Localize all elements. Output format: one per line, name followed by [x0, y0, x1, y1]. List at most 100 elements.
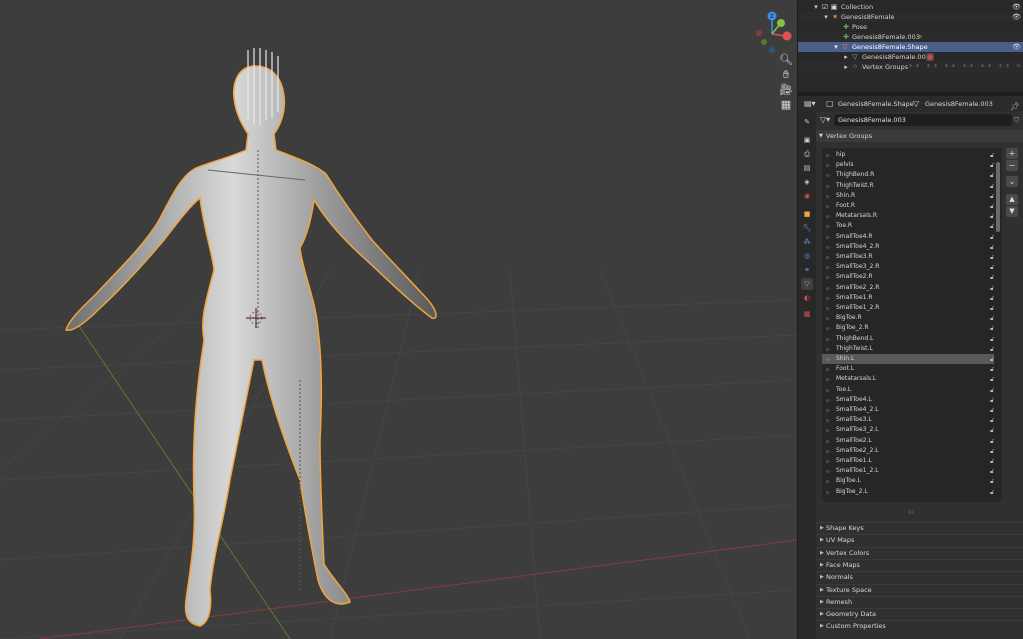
expand-arrow-icon[interactable]: ▸ — [842, 53, 850, 61]
world-tab-icon[interactable]: ◉ — [801, 190, 813, 202]
texture-tab-icon[interactable]: ▩ — [801, 308, 813, 320]
pan-hand-icon[interactable]: ✋︎ — [778, 67, 794, 83]
vertex-group-item[interactable]: ⁘ BigToe_2.L 🔓︎ — [822, 487, 994, 497]
modifier-wrench-icon[interactable]: 🔧︎ — [801, 222, 813, 234]
vertex-group-item[interactable]: ⁘ Metatarsals.R 🔓︎ — [822, 211, 994, 221]
vertex-group-item[interactable]: ⁘ Foot.R 🔓︎ — [822, 201, 994, 211]
outliner-row-armature[interactable]: ▾ ✶ Genesis8Female 👁︎ — [798, 12, 1023, 22]
vertex-group-item[interactable]: ⁘ SmallToe1.R 🔓︎ — [822, 293, 994, 303]
vertex-group-item[interactable]: ⁘ SmallToe4.L 🔓︎ — [822, 395, 994, 405]
outliner-row-pose[interactable]: ✚ Pose — [798, 22, 1023, 32]
vertex-group-item[interactable]: ⁘ SmallToe4_2.R 🔓︎ — [822, 242, 994, 252]
ortho-grid-icon[interactable]: ▦ — [778, 97, 794, 113]
vertex-group-item[interactable]: ⁘ hip 🔓︎ — [822, 150, 994, 160]
vertex-group-item[interactable]: ⁘ ThighTwist.L 🔓︎ — [822, 344, 994, 354]
vertex-group-name: SmallToe3_2.L — [836, 426, 879, 434]
fake-user-shield-icon[interactable]: ⛉ — [1014, 116, 1022, 125]
material-tab-icon[interactable]: ◐ — [801, 292, 813, 304]
outliner-row-collection[interactable]: ▾ ☑ ▣ Collection 👁︎ — [798, 2, 1023, 12]
mesh-data-tab-icon[interactable]: ▽ — [801, 278, 813, 290]
properties-editor[interactable]: ▤▾ ▢ Genesis8Female.Shape ▽ Genesis8Fema… — [798, 96, 1023, 639]
vertex-group-item[interactable]: ⁘ BigToe.L 🔓︎ — [822, 476, 994, 486]
panel-header-collapsed[interactable]: ▶ Normals — [816, 571, 1023, 583]
vertex-group-item[interactable]: ⁘ SmallToe3_2.L 🔓︎ — [822, 425, 994, 435]
vertex-group-item[interactable]: ⁘ ThighTwist.R 🔓︎ — [822, 181, 994, 191]
panel-header-collapsed[interactable]: ▶ Custom Properties — [816, 620, 1023, 632]
remove-vertex-group-button[interactable]: − — [1006, 160, 1018, 171]
editor-type-icon[interactable]: ▤▾ — [804, 96, 816, 112]
vertex-group-item[interactable]: ⁘ SmallToe2_2.R 🔓︎ — [822, 283, 994, 293]
vertex-groups-panel-header[interactable]: ▼ Vertex Groups — [816, 130, 1023, 142]
vertex-group-item[interactable]: ⁘ SmallToe2.L 🔓︎ — [822, 436, 994, 446]
vertex-group-item[interactable]: ⁘ ThighBend.R 🔓︎ — [822, 170, 994, 180]
vertex-group-item[interactable]: ⁘ Metatarsals.L 🔓︎ — [822, 374, 994, 384]
viewport-scene[interactable] — [0, 0, 797, 639]
vertex-group-item[interactable]: ⁘ Foot.L 🔓︎ — [822, 364, 994, 374]
expand-arrow-icon[interactable]: ▾ — [822, 13, 830, 21]
particles-tab-icon[interactable]: ⁂ — [801, 236, 813, 248]
object-tab-icon[interactable]: ■ — [801, 208, 813, 220]
output-tab-icon[interactable]: ⎙ — [801, 148, 813, 160]
vertex-group-item[interactable]: ⁘ SmallToe4_2.L 🔓︎ — [822, 405, 994, 415]
move-up-button[interactable]: ▲ — [1006, 194, 1018, 205]
vertex-group-item[interactable]: ⁘ Shin.R 🔓︎ — [822, 191, 994, 201]
eye-icon[interactable]: 👁︎ — [1012, 43, 1021, 51]
vertex-group-item[interactable]: ⁘ BigToe_2.R 🔓︎ — [822, 323, 994, 333]
panel-header-collapsed[interactable]: ▶ Geometry Data — [816, 608, 1023, 620]
vertex-group-item[interactable]: ⁘ SmallToe1_2.R 🔓︎ — [822, 303, 994, 313]
tool-tab-icon[interactable]: ✎ — [801, 116, 813, 128]
vertex-group-item[interactable]: ⁘ SmallToe2.R 🔓︎ — [822, 272, 994, 282]
vertex-group-item[interactable]: ⁘ ThighBend.L 🔓︎ — [822, 334, 994, 344]
vertex-group-item[interactable]: ⁘ SmallToe4.R 🔓︎ — [822, 232, 994, 242]
outliner-row-mesh-data[interactable]: ▸ ▽ Genesis8Female.003 ● — [798, 52, 1023, 62]
view-layer-tab-icon[interactable]: ▤ — [801, 162, 813, 174]
breadcrumb-object[interactable]: Genesis8Female.Shape — [838, 96, 914, 112]
vertex-group-specials-button[interactable]: ⌄ — [1006, 176, 1018, 187]
outliner-row-bone-data[interactable]: ✚ Genesis8Female.003 ⚭ — [798, 32, 1023, 42]
add-vertex-group-button[interactable]: + — [1006, 148, 1018, 159]
3d-viewport[interactable]: Z 🔍︎ ✋︎ 🎥︎ ▦ — [0, 0, 797, 639]
list-resize-grip[interactable]: ⁞⁞⁞ — [908, 509, 914, 516]
camera-icon[interactable]: 🎥︎ — [778, 82, 794, 98]
expand-arrow-icon[interactable]: ▸ — [842, 63, 850, 71]
physics-tab-icon[interactable]: ◎ — [801, 250, 813, 262]
scene-tab-icon[interactable]: ◈ — [801, 176, 813, 188]
lock-icon[interactable]: 🔓︎ — [990, 488, 994, 498]
constraints-tab-icon[interactable]: ⚭ — [801, 264, 813, 276]
vertex-group-item[interactable]: ⁘ SmallToe3.L 🔓︎ — [822, 415, 994, 425]
eye-icon[interactable]: 👁︎ — [1012, 3, 1021, 11]
vertex-group-item[interactable]: ⁘ BigToe.R 🔓︎ — [822, 313, 994, 323]
vertex-group-item[interactable]: ⁘ Toe.L 🔓︎ — [822, 385, 994, 395]
zoom-icon[interactable]: 🔍︎ — [778, 52, 794, 68]
breadcrumb-mesh[interactable]: Genesis8Female.003 — [925, 96, 993, 112]
panel-header-collapsed[interactable]: ▶ UV Maps — [816, 534, 1023, 546]
panel-header-collapsed[interactable]: ▶ Face Maps — [816, 558, 1023, 570]
vertex-group-item[interactable]: ⁘ SmallToe1.L 🔓︎ — [822, 456, 994, 466]
panel-header-collapsed[interactable]: ▶ Shape Keys — [816, 522, 1023, 533]
mesh-datablock-selector[interactable]: ▽▾ Genesis8Female.003 — [818, 114, 1012, 126]
vertex-group-item[interactable]: ⁘ SmallToe3_2.R 🔓︎ — [822, 262, 994, 272]
navigation-gizmo[interactable]: Z — [750, 6, 794, 58]
outliner[interactable]: ▾ ☑ ▣ Collection 👁︎ ▾ ✶ Genesis8Female 👁… — [798, 0, 1023, 92]
checkbox-icon[interactable]: ☑ — [821, 3, 829, 11]
move-down-button[interactable]: ▼ — [1006, 206, 1018, 217]
panel-header-collapsed[interactable]: ▶ Remesh — [816, 595, 1023, 607]
outliner-row-mesh-object[interactable]: ▾ ▽ Genesis8Female.Shape 👁︎ — [798, 42, 1023, 52]
vertex-group-item[interactable]: ⁘ SmallToe3.R 🔓︎ — [822, 252, 994, 262]
expand-arrow-icon[interactable]: ▾ — [812, 3, 820, 11]
mesh-data-icon[interactable]: ▽▾ — [820, 115, 830, 124]
mesh-name-field[interactable]: Genesis8Female.003 — [834, 114, 1012, 126]
vertex-groups-list[interactable]: ⁘ hip 🔓︎ ⁘ pelvis 🔓︎ ⁘ ThighBend.R 🔓︎ ⁘ ThighTwist… — [822, 148, 1002, 502]
vertex-group-item[interactable]: ⁘ Toe.R 🔓︎ — [822, 221, 994, 231]
vertex-group-item[interactable]: ⁘ Shin.L 🔓︎ — [822, 354, 994, 364]
render-tab-icon[interactable]: ▣ — [801, 134, 813, 146]
vertex-group-item[interactable]: ⁘ SmallToe2_2.L 🔓︎ — [822, 446, 994, 456]
eye-icon[interactable]: 👁︎ — [1012, 13, 1021, 21]
vertex-groups-scrollbar[interactable] — [996, 162, 1000, 232]
vertex-group-item[interactable]: ⁘ pelvis 🔓︎ — [822, 160, 994, 170]
vertex-group-item[interactable]: ⁘ SmallToe1_2.L 🔓︎ — [822, 466, 994, 476]
panel-header-collapsed[interactable]: ▶ Vertex Colors — [816, 546, 1023, 558]
outliner-row-vertex-groups[interactable]: ▸ ⁘ Vertex Groups ⁘⁘ ⁘⁘ ⁘⁘ ⁘⁘ ⁘⁘ ⁘⁘ ⁘⁘ ⁘… — [798, 62, 1023, 72]
panel-header-collapsed[interactable]: ▶ Texture Space — [816, 583, 1023, 595]
expand-arrow-icon[interactable]: ▾ — [832, 43, 840, 51]
